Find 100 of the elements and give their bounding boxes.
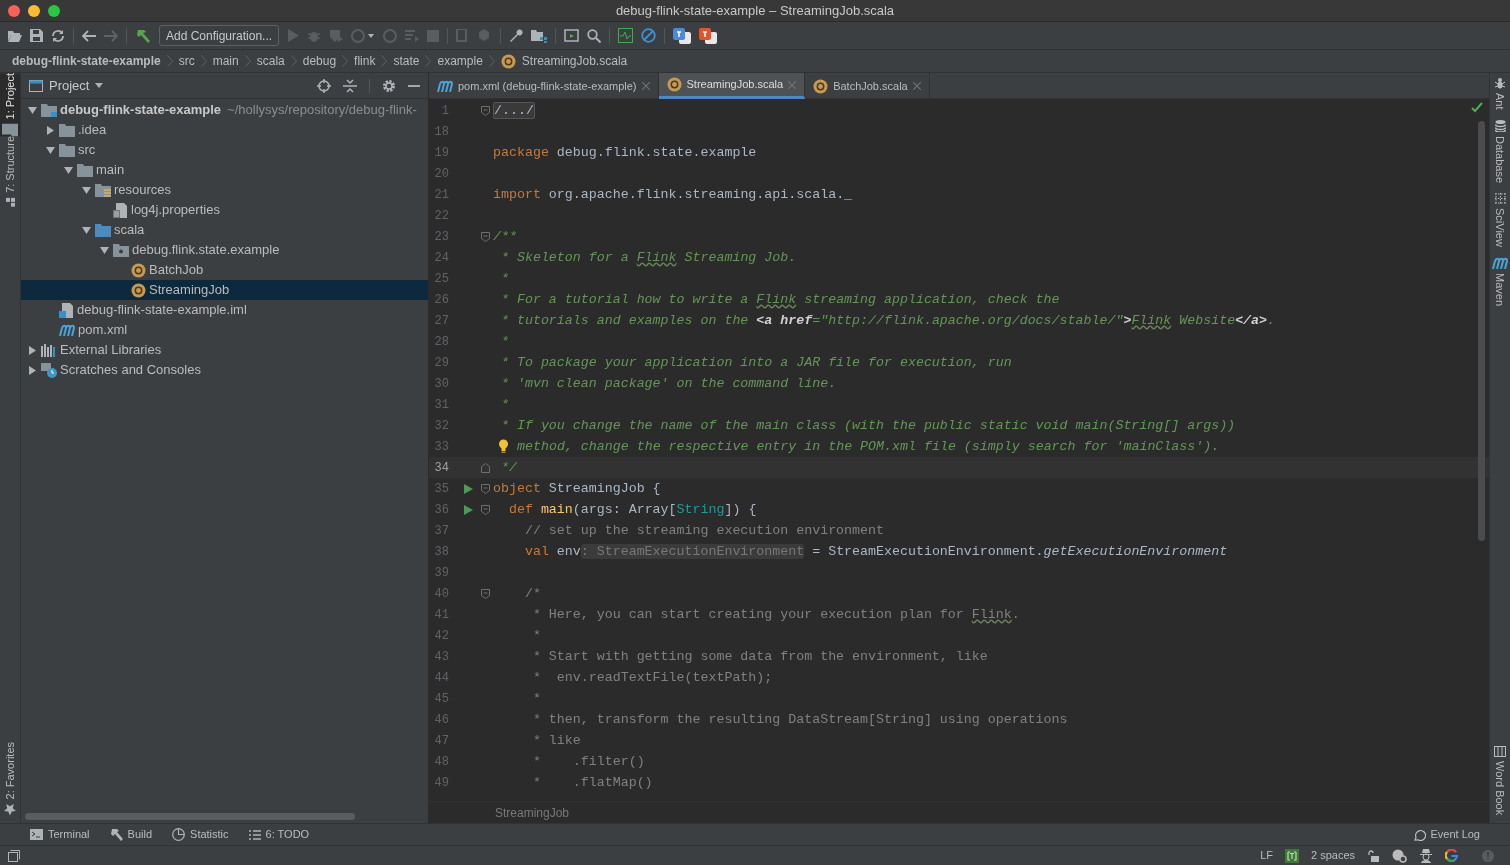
tool-windows-toggle-icon[interactable] bbox=[8, 849, 20, 862]
code-breadcrumb[interactable]: StreamingJob bbox=[495, 803, 570, 822]
translate-icon[interactable] bbox=[673, 27, 692, 44]
collapsed-arrow-icon[interactable] bbox=[46, 125, 54, 135]
vertical-scrollbar[interactable] bbox=[1478, 121, 1485, 541]
tool-window-button[interactable]: Build bbox=[109, 826, 153, 843]
horizontal-scrollbar[interactable] bbox=[25, 812, 355, 820]
tree-item[interactable]: .idea bbox=[21, 120, 428, 140]
expanded-arrow-icon[interactable] bbox=[45, 146, 55, 154]
settings-icon[interactable] bbox=[382, 78, 396, 93]
save-icon[interactable] bbox=[30, 29, 43, 42]
tool-window-tab[interactable]: Maven bbox=[1490, 256, 1510, 306]
dropdown-caret-icon[interactable] bbox=[95, 83, 104, 88]
check-mark-icon bbox=[1471, 102, 1483, 113]
event-log-button[interactable]: Event Log bbox=[1414, 826, 1480, 843]
tool-window-button[interactable]: Statistic bbox=[172, 826, 229, 843]
editor-tab[interactable]: BatchJob.scala bbox=[805, 73, 930, 99]
run-icon[interactable] bbox=[464, 504, 473, 515]
code-line: import org.apache.flink.streaming.api.scala._ bbox=[493, 186, 853, 202]
zoom-window-button[interactable] bbox=[48, 5, 60, 17]
line-number: 36 bbox=[433, 501, 449, 519]
line-number: 29 bbox=[433, 354, 449, 372]
tool-window-tab[interactable]: Word Book bbox=[1490, 745, 1510, 815]
locate-target-icon[interactable] bbox=[317, 78, 331, 93]
tree-item[interactable]: log4j.properties bbox=[21, 200, 428, 220]
presentation-icon[interactable] bbox=[564, 29, 580, 42]
scratches-icon bbox=[41, 362, 57, 378]
code-line: * like bbox=[531, 732, 581, 748]
minimize-window-button[interactable] bbox=[28, 5, 40, 17]
breadcrumb-item[interactable]: example bbox=[437, 52, 483, 70]
line-separator-status[interactable]: LF bbox=[1260, 847, 1273, 864]
lock-open-icon[interactable] bbox=[1367, 849, 1379, 862]
text-mode-icon[interactable] bbox=[1284, 848, 1299, 863]
expanded-arrow-icon[interactable] bbox=[81, 226, 91, 234]
tool-window-button[interactable]: Terminal bbox=[30, 826, 90, 843]
tool-window-tab[interactable]: SciView bbox=[1490, 192, 1510, 247]
back-arrow-icon[interactable] bbox=[82, 29, 96, 42]
fold-marker-icon[interactable] bbox=[481, 588, 490, 599]
google-g-icon[interactable] bbox=[1445, 849, 1458, 862]
breadcrumb-item[interactable]: debug-flink-state-example bbox=[12, 52, 161, 70]
open-folder-icon[interactable] bbox=[8, 29, 22, 42]
inspector-figure-icon[interactable] bbox=[1419, 848, 1433, 863]
line-number: 26 bbox=[433, 291, 449, 309]
fold-marker-icon[interactable] bbox=[481, 504, 490, 515]
collapse-all-icon[interactable] bbox=[343, 78, 357, 93]
editor-tab[interactable]: StreamingJob.scala bbox=[658, 73, 806, 99]
line-number: 21 bbox=[433, 186, 449, 204]
tool-window-tab[interactable]: Database bbox=[1490, 119, 1510, 183]
tool-window-tab[interactable]: Ant bbox=[1490, 77, 1510, 110]
search-icon[interactable] bbox=[587, 28, 602, 43]
book-icon bbox=[1494, 745, 1506, 757]
breadcrumb-item[interactable]: state bbox=[393, 52, 420, 70]
light-bulb-icon[interactable] bbox=[498, 438, 509, 453]
translate-icon[interactable] bbox=[699, 27, 718, 44]
tree-item[interactable]: External Libraries bbox=[21, 340, 428, 360]
expanded-arrow-icon[interactable] bbox=[63, 166, 73, 174]
activity-monitor-icon[interactable] bbox=[618, 28, 634, 43]
tree-item[interactable]: src bbox=[21, 140, 428, 160]
editor-tab[interactable]: pom.xml (debug-flink-state-example) bbox=[429, 73, 659, 99]
tree-item[interactable]: Scratches and Consoles bbox=[21, 360, 428, 380]
code-line: * env.readTextFile(textPath); bbox=[531, 669, 773, 685]
expanded-arrow-icon[interactable] bbox=[27, 106, 37, 114]
run-configuration-button[interactable]: Add Configuration... bbox=[159, 25, 280, 46]
no-entry-icon[interactable] bbox=[641, 28, 657, 43]
breadcrumb-item[interactable]: scala bbox=[256, 52, 285, 70]
tree-item[interactable]: resources bbox=[21, 180, 428, 200]
tree-item[interactable]: StreamingJob bbox=[21, 280, 428, 300]
tree-item[interactable]: BatchJob bbox=[21, 260, 428, 280]
tree-item[interactable]: pom.xml bbox=[21, 320, 428, 340]
fold-marker-icon[interactable] bbox=[481, 231, 490, 242]
sync-icon[interactable] bbox=[51, 28, 65, 43]
breadcrumb-item[interactable]: debug bbox=[302, 52, 337, 70]
project-view-dropdown[interactable]: Project bbox=[49, 75, 104, 96]
tool-window-tab[interactable]: 1: Project bbox=[0, 73, 20, 137]
run-icon[interactable] bbox=[464, 483, 473, 494]
expanded-arrow-icon[interactable] bbox=[81, 186, 91, 194]
breadcrumb-item[interactable]: StreamingJob.scala bbox=[521, 52, 628, 70]
code-line: * For a tutorial how to write a Flink streaming application, check the bbox=[499, 291, 1060, 307]
expanded-arrow-icon[interactable] bbox=[99, 246, 109, 254]
fold-marker-icon[interactable] bbox=[481, 105, 490, 116]
tool-window-button[interactable]: 6: TODO bbox=[248, 826, 310, 843]
breadcrumb-item[interactable]: src bbox=[178, 52, 195, 70]
breadcrumb-item[interactable]: main bbox=[212, 52, 239, 70]
tree-item[interactable]: debug.flink.state.example bbox=[21, 240, 428, 260]
breadcrumb-item[interactable]: flink bbox=[354, 52, 376, 70]
close-window-button[interactable] bbox=[8, 5, 20, 17]
project-structure-icon[interactable] bbox=[531, 28, 548, 43]
tree-item[interactable]: scala bbox=[21, 220, 428, 240]
code-line: * .filter() bbox=[531, 753, 645, 769]
tree-item[interactable]: debug-flink-state-example ~/hollysys/repository/debug-flink- bbox=[21, 100, 428, 120]
gear-cloud-icon[interactable] bbox=[1391, 848, 1407, 863]
tree-item[interactable]: debug-flink-state-example.iml bbox=[21, 300, 428, 320]
tree-item[interactable]: main bbox=[21, 160, 428, 180]
fold-marker-icon[interactable] bbox=[481, 483, 490, 494]
tool-window-tab[interactable]: 2: Favorites bbox=[0, 741, 20, 815]
indent-status[interactable]: 2 spaces bbox=[1310, 847, 1355, 864]
fold-end-marker-icon[interactable] bbox=[481, 462, 490, 473]
tool-window-tab[interactable]: 7: Structure bbox=[0, 136, 20, 208]
profile-clock-icon[interactable] bbox=[351, 28, 376, 43]
chevron-icon bbox=[200, 55, 207, 67]
